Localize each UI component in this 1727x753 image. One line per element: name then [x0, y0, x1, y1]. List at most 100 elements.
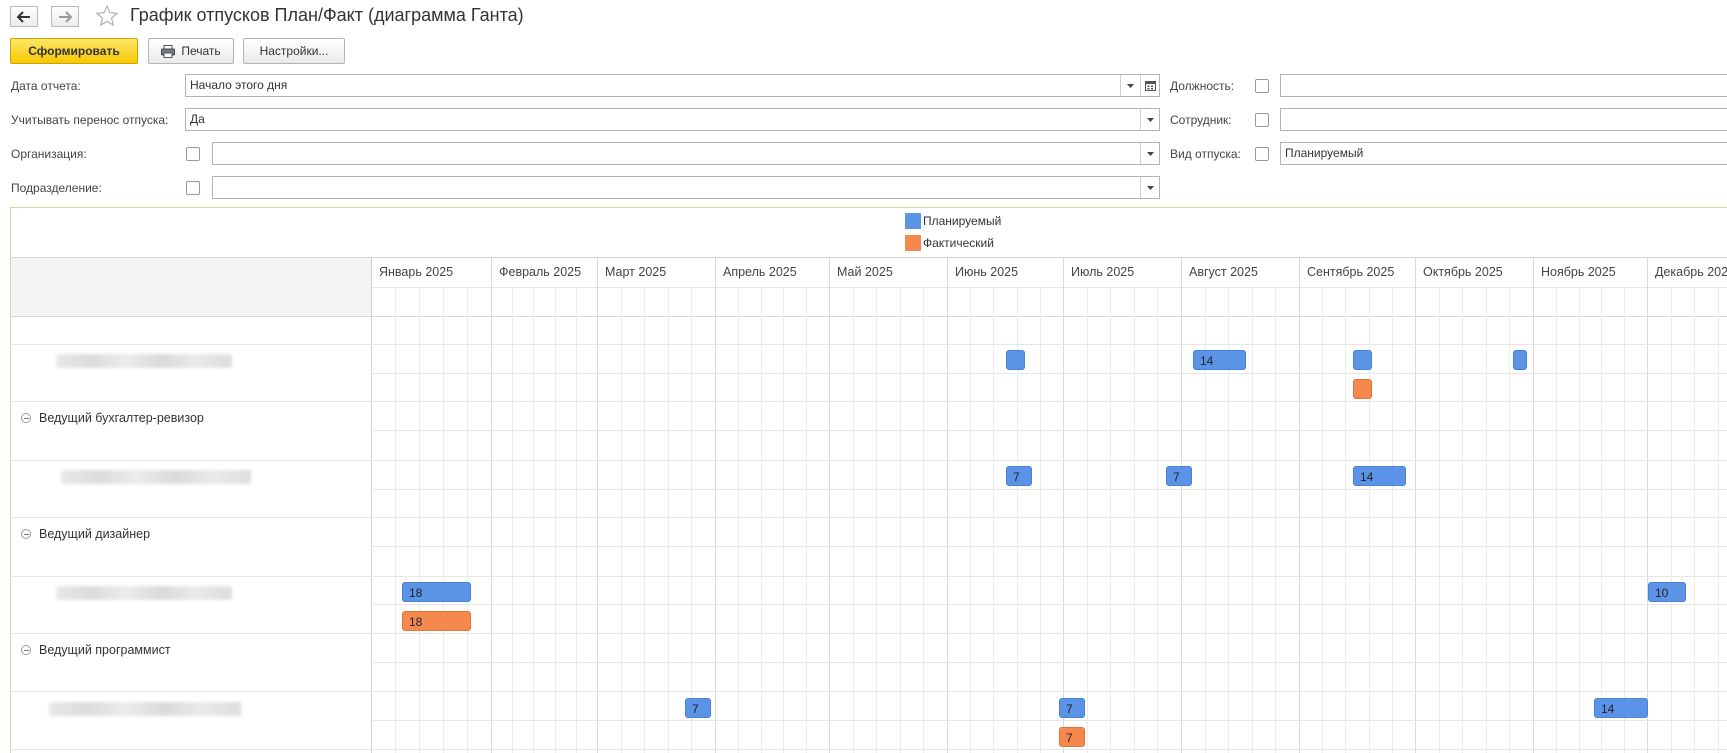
settings-button[interactable]: Настройки...	[243, 38, 345, 64]
week-grid-line	[1439, 287, 1440, 753]
week-grid-line	[1509, 287, 1510, 753]
chevron-down-icon	[1126, 83, 1134, 88]
vacation-type-field[interactable]: Планируемый	[1280, 142, 1727, 165]
month-label-sep: Сентябрь 2025	[1307, 265, 1395, 279]
row-separator	[11, 517, 1727, 518]
employee-field[interactable]	[1280, 108, 1727, 131]
week-grid-line	[1322, 287, 1323, 753]
vacation-bar-planned[interactable]	[1353, 350, 1372, 370]
week-grid-line	[1157, 287, 1158, 753]
favorite-star-icon[interactable]	[95, 4, 119, 31]
department-label: Подразделение:	[11, 181, 102, 195]
row-separator	[11, 691, 1727, 692]
week-grid-line	[644, 287, 645, 753]
report-date-dropdown-button[interactable]	[1120, 75, 1139, 96]
vacation-bar-actual[interactable]: 18	[402, 611, 471, 631]
month-divider	[1299, 257, 1300, 753]
week-grid-line	[876, 287, 877, 753]
report-date-field[interactable]: Начало этого дня	[185, 74, 1160, 97]
collapse-group-icon[interactable]	[21, 529, 31, 539]
back-button[interactable]	[10, 6, 38, 27]
organization-label: Организация:	[11, 147, 87, 161]
week-grid-line	[970, 287, 971, 753]
week-grid-line	[923, 287, 924, 753]
week-grid-line	[1392, 287, 1393, 753]
legend-label-actual: Фактический	[923, 236, 994, 250]
week-grid-line	[419, 287, 420, 753]
employee-checkbox[interactable]	[1255, 113, 1269, 127]
vacation-bar-planned[interactable]: 14	[1193, 350, 1246, 370]
report-date-label: Дата отчета:	[11, 79, 81, 93]
position-field[interactable]	[1280, 74, 1727, 97]
month-label-jan: Январь 2025	[379, 265, 454, 279]
legend-swatch-planned	[905, 213, 921, 229]
month-divider	[1063, 257, 1064, 753]
employee-name-blurred	[56, 586, 232, 600]
generate-button[interactable]: Сформировать	[10, 38, 138, 64]
row-separator	[11, 344, 1727, 345]
row-separator	[11, 749, 1727, 750]
vacation-bar-planned[interactable]: 7	[685, 698, 711, 718]
vacation-bar-actual[interactable]: 7	[1059, 727, 1085, 747]
week-grid-line	[1671, 287, 1672, 753]
calendar-button[interactable]	[1140, 75, 1159, 96]
position-checkbox[interactable]	[1255, 79, 1269, 93]
month-divider	[947, 257, 948, 753]
employee-label: Сотрудник:	[1170, 113, 1232, 127]
department-dropdown-button[interactable]	[1140, 177, 1159, 198]
vacation-bar-planned[interactable]: 7	[1166, 466, 1192, 486]
employee-name-blurred	[61, 470, 251, 484]
gantt-chart: Планируемый Фактический Январь 2025 Февр…	[10, 207, 1727, 753]
vacation-bar-planned[interactable]	[1513, 350, 1527, 370]
week-grid-line	[1579, 287, 1580, 753]
organization-dropdown-button[interactable]	[1140, 143, 1159, 164]
arrow-left-icon	[17, 10, 30, 23]
vacation-bar-planned[interactable]: 10	[1648, 582, 1686, 602]
department-checkbox[interactable]	[186, 181, 200, 195]
print-button[interactable]: Печать	[148, 38, 234, 64]
month-divider	[829, 257, 830, 753]
consider-transfer-field[interactable]: Да	[185, 108, 1160, 131]
consider-transfer-dropdown-button[interactable]	[1140, 109, 1159, 130]
vacation-bar-planned[interactable]: 7	[1006, 466, 1032, 486]
organization-field[interactable]	[212, 142, 1160, 165]
row-separator	[371, 604, 1727, 605]
week-grid-line	[1345, 287, 1346, 753]
week-grid-line	[555, 287, 556, 753]
collapse-group-icon[interactable]	[21, 413, 31, 423]
month-label-may: Май 2025	[837, 265, 893, 279]
vacation-bar-planned[interactable]	[1006, 350, 1025, 370]
group-label-accountant: Ведущий бухгалтер-ревизор	[39, 411, 204, 425]
legend-swatch-actual	[905, 235, 921, 251]
week-row-separator	[371, 287, 1727, 288]
week-grid-line	[783, 287, 784, 753]
vacation-bar-planned[interactable]: 7	[1059, 698, 1085, 718]
print-button-label: Печать	[181, 44, 221, 58]
group-label-programmer: Ведущий программист	[39, 643, 171, 657]
vacation-bar-planned[interactable]: 14	[1353, 466, 1406, 486]
chevron-down-icon	[1146, 117, 1154, 122]
week-grid-line	[512, 287, 513, 753]
forward-button[interactable]	[51, 6, 79, 27]
week-grid-line	[668, 287, 669, 753]
month-divider	[1647, 257, 1648, 753]
calendar-icon	[1144, 81, 1156, 91]
consider-transfer-label: Учитывать перенос отпуска:	[11, 113, 169, 127]
vacation-bar-planned[interactable]: 18	[402, 582, 471, 602]
week-grid-line	[576, 287, 577, 753]
department-field[interactable]	[212, 176, 1160, 199]
row-separator	[371, 720, 1727, 721]
vacation-bar-actual[interactable]	[1353, 379, 1372, 399]
week-grid-line	[621, 287, 622, 753]
week-grid-line	[1275, 287, 1276, 753]
vacation-bar-planned[interactable]: 14	[1594, 698, 1648, 718]
organization-checkbox[interactable]	[186, 147, 200, 161]
week-grid-line	[467, 287, 468, 753]
row-separator	[371, 430, 1727, 431]
collapse-group-icon[interactable]	[21, 645, 31, 655]
vacation-type-checkbox[interactable]	[1255, 147, 1269, 161]
week-grid-line	[738, 287, 739, 753]
week-grid-line	[533, 287, 534, 753]
month-divider	[1181, 257, 1182, 753]
row-separator	[11, 401, 1727, 402]
